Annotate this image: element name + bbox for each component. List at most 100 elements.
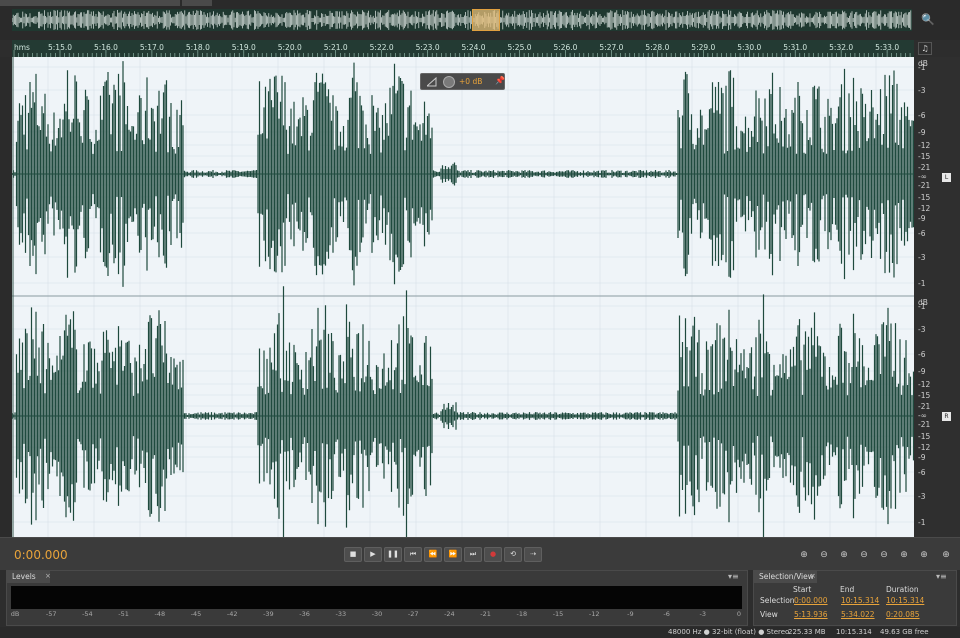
selection-end-field[interactable]: 10:15.314	[841, 596, 879, 605]
selection-start-field[interactable]: 0:00.000	[794, 596, 828, 605]
ruler-tick-label: 5:30.0	[737, 43, 762, 52]
channel-badge-r[interactable]: R	[942, 412, 951, 421]
play-button[interactable]: ▶	[364, 547, 382, 562]
loop-button[interactable]: ⟲	[504, 547, 522, 562]
db-tick-label: -3	[918, 86, 926, 95]
channel-badge-l[interactable]: L	[942, 173, 951, 182]
zoom-out-time-icon[interactable]: ⊖	[856, 549, 872, 561]
volume-knob[interactable]	[443, 76, 455, 88]
overview-zoom-icon[interactable]: 🔍	[920, 13, 936, 29]
ruler-tick-label: 5:26.0	[553, 43, 578, 52]
zoom-out-full-icon[interactable]: ⊖	[876, 549, 892, 561]
db-tick-label: -9	[918, 453, 926, 462]
ruler-tick-label: 5:16.0	[93, 43, 118, 52]
meter-scale-label: -48	[154, 610, 166, 618]
db-tick-label: -15	[918, 432, 931, 441]
ruler-tick-label: 5:24.0	[461, 43, 486, 52]
ruler-tick-label: 5:15.0	[48, 43, 72, 52]
db-tick-label: -12	[918, 141, 931, 150]
file-tab-secondary[interactable]	[182, 0, 212, 6]
levels-tab[interactable]: Levels ×	[6, 570, 51, 583]
db-tick-label: -15	[918, 391, 931, 400]
close-icon[interactable]: ×	[45, 570, 51, 583]
headphone-icon[interactable]: ♫	[918, 42, 932, 55]
db-tick-label: -21	[918, 420, 931, 429]
db-tick-label: -21	[918, 402, 931, 411]
meter-scale-label: -39	[263, 610, 274, 618]
status-format: 48000 Hz ● 32-bit (float) ● Stereo	[668, 628, 790, 636]
left-edge-bar	[0, 57, 12, 537]
fast-forward-button[interactable]: ⏩	[444, 547, 462, 562]
db-tick-label: -3	[918, 492, 926, 501]
ruler-tick-label: 5:17.0	[139, 43, 164, 52]
zoom-amplitude-out-icon[interactable]: ⊖	[816, 549, 832, 561]
ruler-tick-label: 5:33.0	[875, 43, 900, 52]
meter-scale-label: -57	[45, 610, 57, 618]
file-tab[interactable]	[0, 0, 180, 6]
meter-scale-label: -6	[663, 610, 670, 618]
overview-waveform[interactable]	[12, 9, 912, 31]
go-to-start-button[interactable]: ⏮	[404, 547, 422, 562]
db-tick-label: -12	[918, 443, 931, 452]
ruler-tick-label: 5:23.0	[415, 43, 440, 52]
meter-scale-label: -42	[226, 610, 238, 618]
meter-scale-label: -27	[407, 610, 419, 618]
close-icon[interactable]: ×	[810, 570, 816, 583]
db-tick-label: -21	[918, 181, 931, 190]
zoom-in-right-icon[interactable]: ⊕	[916, 549, 932, 561]
meter-scale-label: -12	[588, 610, 600, 618]
selection-view-tab[interactable]: Selection/View ×	[753, 570, 817, 583]
skip-selection-button[interactable]: ⇢	[524, 547, 542, 562]
selection-duration-field[interactable]: 10:15.314	[886, 596, 924, 605]
ruler-tick-label: 5:19.0	[231, 43, 256, 52]
duration-header: Duration	[886, 585, 919, 594]
level-meter	[11, 586, 742, 609]
start-header: Start	[793, 585, 812, 594]
zoom-amplitude-in-icon[interactable]: ⊕	[796, 549, 812, 561]
zoom-selection-icon[interactable]: ⊕	[938, 549, 954, 561]
meter-scale-label: -21	[480, 610, 491, 618]
view-duration-field[interactable]: 0:20.085	[886, 610, 920, 619]
ruler-tick-label: 5:32.0	[829, 43, 854, 52]
rewind-button[interactable]: ⏪	[424, 547, 442, 562]
db-tick-label: -3	[918, 253, 926, 262]
view-start-field[interactable]: 5:13.936	[794, 610, 828, 619]
db-tick-label: -6	[918, 350, 926, 359]
meter-scale-label: 0	[736, 610, 742, 618]
ruler-tick-label: 5:21.0	[323, 43, 348, 52]
stop-button[interactable]: ■	[344, 547, 362, 562]
meter-scale-label: -18	[516, 610, 528, 618]
ruler-tick-label: 5:31.0	[783, 43, 808, 52]
ruler-tick-label: 5:18.0	[185, 43, 210, 52]
volume-hud[interactable]: +0 dB 📌	[420, 73, 505, 90]
waveform-editor[interactable]	[12, 57, 914, 537]
level-meter-scale: dB -57 -54 -51 -48 -45 -42 -39 -36 -33 -30 -27 -24 -2…	[11, 610, 742, 620]
panel-menu-icon[interactable]: ▾≡	[936, 572, 947, 581]
db-tick-label: -6	[918, 229, 926, 238]
pin-icon[interactable]: 📌	[495, 76, 505, 85]
panel-menu-icon[interactable]: ▾≡	[728, 572, 739, 581]
db-tick-label: -6	[918, 111, 926, 120]
db-tick-label: -3	[918, 325, 926, 334]
timeline-ruler[interactable]: hms 5:15.0 5:16.0 5:17.0 5:18.0 5:19.0 5:20.0…	[12, 40, 914, 57]
view-end-field[interactable]: 5:34.022	[841, 610, 875, 619]
zoom-in-left-icon[interactable]: ⊕	[896, 549, 912, 561]
db-tick-label: -9	[918, 214, 926, 223]
meter-scale-label: -3	[699, 610, 707, 618]
meter-scale-label: -33	[335, 610, 347, 618]
record-button[interactable]: ●	[484, 547, 502, 562]
overview-viewport-handle[interactable]	[472, 9, 500, 31]
meter-scale-label: -54	[82, 610, 93, 618]
meter-scale-label: -36	[299, 610, 310, 618]
waveform-graphic	[12, 57, 914, 537]
meter-scale-label: -24	[444, 610, 455, 618]
meter-scale-label: -15	[552, 610, 564, 618]
ruler-tick-label: 5:27.0	[599, 43, 624, 52]
pause-button[interactable]: ❚❚	[384, 547, 402, 562]
go-to-end-button[interactable]: ⏭	[464, 547, 482, 562]
status-duration: 10:15.314	[836, 628, 872, 636]
db-tick-label: -1	[918, 302, 926, 311]
current-time-display[interactable]: 0:00.000	[14, 548, 68, 562]
zoom-in-time-icon[interactable]: ⊕	[836, 549, 852, 561]
overview-strip: 🔍	[0, 0, 960, 40]
